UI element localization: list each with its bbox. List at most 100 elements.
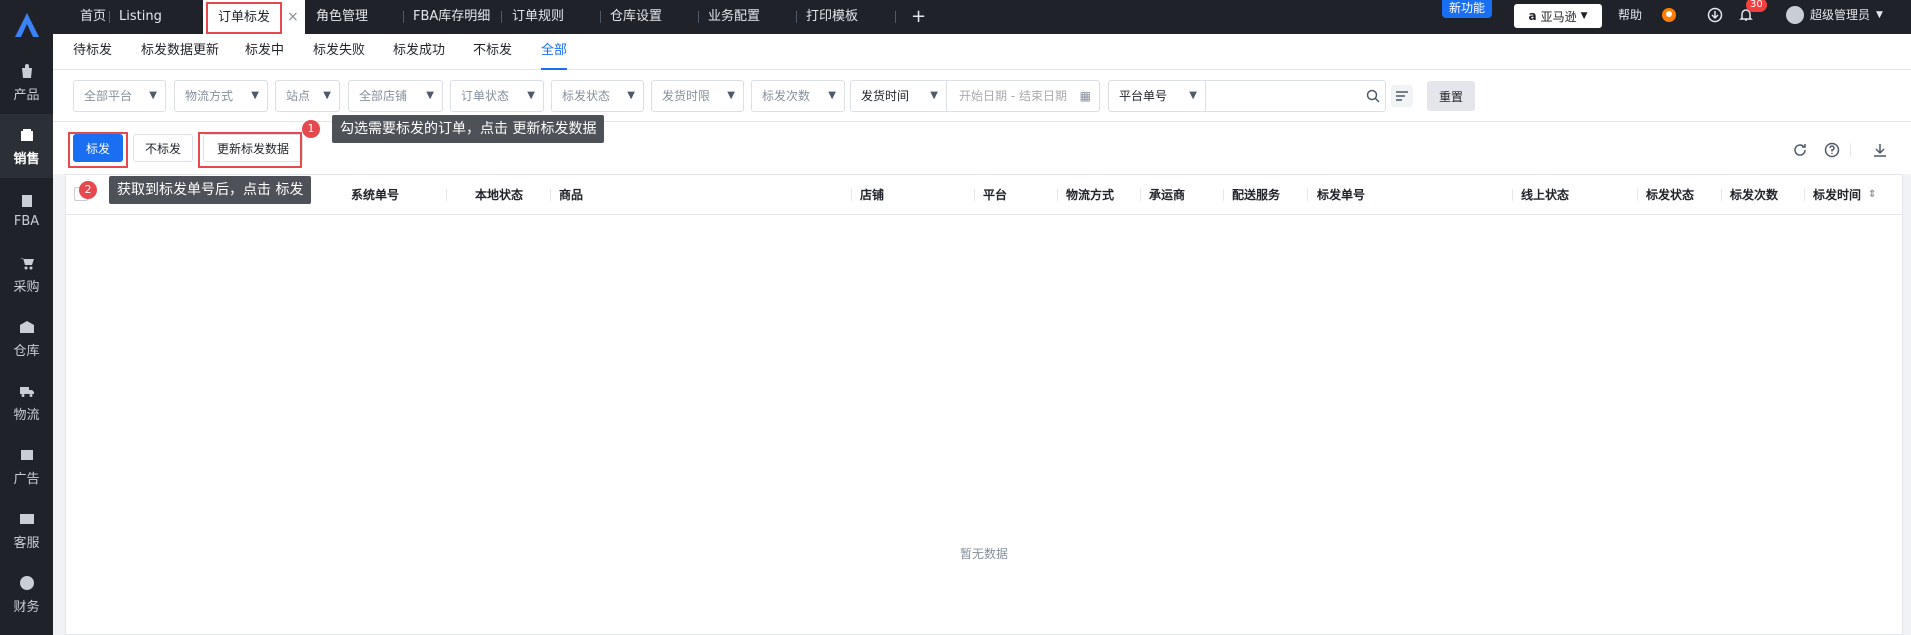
cart-icon	[18, 254, 36, 272]
chevron-down-icon: ▼	[828, 90, 836, 101]
tab-warehouse-settings[interactable]: 仓库设置	[610, 0, 662, 34]
tab-home[interactable]: 首页	[80, 0, 106, 34]
sidebar-item-label: 产品	[13, 87, 40, 103]
refresh-icon[interactable]	[1792, 142, 1808, 158]
tab-separator	[895, 11, 896, 23]
chevron-down-icon: ▼	[527, 90, 535, 101]
shop-select-label: 全部店铺	[359, 89, 408, 103]
subtab-no-mark[interactable]: 不标发	[473, 34, 512, 68]
help-circle-icon[interactable]	[1824, 142, 1840, 158]
tab-fba-inventory[interactable]: FBA库存明细	[413, 0, 490, 34]
sidebar-item-label: 销售	[13, 151, 40, 167]
column-header: 店铺	[860, 188, 885, 202]
status-tabs: 待标发 标发数据更新 标发中 标发失败 标发成功 不标发 全部	[53, 34, 1911, 70]
tab-separator	[109, 11, 110, 23]
sidebar-item-service[interactable]: 客服	[0, 498, 53, 562]
empty-state: 暂无数据	[959, 547, 1008, 561]
time-type-label: 发货时间	[861, 89, 910, 103]
column-separator	[1057, 189, 1058, 201]
shipping-method-select[interactable]: 物流方式 ▼	[174, 80, 268, 112]
tooltip-step2: 获取到标发单号后，点击 标发	[109, 176, 312, 204]
tab-print-templates[interactable]: 打印模板	[806, 0, 858, 34]
tab-order-rules[interactable]: 订单规则	[512, 0, 564, 34]
column-separator	[1307, 189, 1308, 201]
column-header: 系统单号	[351, 188, 400, 202]
add-tab-button[interactable]: +	[911, 0, 926, 34]
column-header: 物流方式	[1066, 188, 1115, 202]
subtab-in-progress[interactable]: 标发中	[245, 34, 284, 68]
tab-business-config[interactable]: 业务配置	[708, 0, 760, 34]
reset-button[interactable]: 重置	[1427, 81, 1475, 111]
sidebar-item-product[interactable]: 产品	[0, 50, 53, 114]
search-icon[interactable]	[1366, 89, 1380, 103]
truck-icon	[18, 382, 36, 400]
sidebar-item-label: 财务	[13, 599, 40, 615]
sidebar-item-finance[interactable]: 财务	[0, 562, 53, 626]
subtab-pending[interactable]: 待标发	[73, 34, 112, 68]
date-start: 开始日期	[959, 89, 1008, 103]
order-number-type-select[interactable]: 平台单号 ▼	[1108, 80, 1206, 112]
tab-roles[interactable]: 角色管理	[316, 0, 368, 34]
avatar	[1786, 6, 1804, 24]
column-separator	[1637, 189, 1638, 201]
sidebar-item-sales[interactable]: 销售	[0, 114, 53, 178]
ship-deadline-select[interactable]: 发货时限 ▼	[651, 80, 744, 112]
subtab-success[interactable]: 标发成功	[393, 34, 445, 68]
tab-label: 订单标发	[206, 2, 283, 34]
shop-select[interactable]: 全部店铺 ▼	[348, 80, 443, 112]
column-header: 承运商	[1149, 188, 1186, 202]
support-icon[interactable]	[1660, 6, 1678, 24]
notification-badge: 30	[1746, 0, 1767, 12]
subtab-data-update[interactable]: 标发数据更新	[141, 34, 219, 68]
advanced-filter-icon[interactable]	[1391, 85, 1413, 107]
sidebar-item-fba[interactable]: FBA	[0, 178, 53, 242]
tab-separator	[403, 11, 404, 23]
mark-status-select[interactable]: 标发状态 ▼	[551, 80, 644, 112]
fba-icon	[18, 192, 36, 210]
mark-count-select[interactable]: 标发次数 ▼	[751, 80, 845, 112]
column-separator	[1721, 189, 1722, 201]
tab-order-marking[interactable]: 订单标发 ×	[203, 0, 305, 34]
chevron-down-icon: ▼	[1189, 90, 1197, 101]
tab-listing[interactable]: Listing	[119, 0, 162, 34]
order-status-select[interactable]: 订单状态 ▼	[450, 80, 544, 112]
orders-table: 系统单号 本地状态 商品 店铺 平台 物流方式 承运商 配送服务 标发单号 线上…	[65, 174, 1903, 635]
download-circle-icon[interactable]	[1706, 6, 1724, 24]
subtab-failed[interactable]: 标发失败	[313, 34, 365, 68]
date-range-picker[interactable]: 开始日期 - 结束日期 ▦	[947, 80, 1100, 112]
highlight-box	[198, 132, 302, 168]
order-number-type-label: 平台单号	[1119, 89, 1168, 103]
order-status-label: 订单状态	[461, 89, 510, 103]
help-link[interactable]: 帮助	[1618, 0, 1642, 30]
chevron-down-icon: ▼	[627, 90, 635, 101]
sidebar-item-logistics[interactable]: 物流	[0, 370, 53, 434]
no-mark-button[interactable]: 不标发	[133, 134, 193, 162]
sidebar-item-warehouse[interactable]: 仓库	[0, 306, 53, 370]
platform-select[interactable]: 全部平台 ▼	[73, 80, 166, 112]
chevron-down-icon: ▼	[323, 90, 331, 101]
column-header: 商品	[559, 188, 584, 202]
shop-selector[interactable]: a 亚马逊 ▼	[1514, 4, 1602, 28]
sidebar-item-ads[interactable]: 广告	[0, 434, 53, 498]
calendar-icon: ▦	[1079, 89, 1091, 103]
column-header: 标发单号	[1317, 188, 1366, 202]
sidebar-item-purchase[interactable]: 采购	[0, 242, 53, 306]
download-icon[interactable]	[1872, 142, 1888, 158]
mail-icon	[18, 510, 36, 528]
sort-icon[interactable]: ⇕	[1868, 175, 1876, 215]
divider	[1850, 143, 1851, 157]
column-header: 配送服务	[1232, 188, 1281, 202]
search-input[interactable]	[1206, 81, 1356, 111]
column-header: 标发次数	[1730, 188, 1779, 202]
new-feature-badge[interactable]: 新功能	[1442, 0, 1492, 18]
time-type-select[interactable]: 发货时间 ▼	[850, 80, 947, 112]
site-select[interactable]: 站点 ▼	[275, 80, 340, 112]
user-menu[interactable]: 超级管理员 ▼	[1786, 0, 1883, 30]
chevron-down-icon: ▼	[727, 90, 735, 101]
column-separator	[446, 189, 447, 201]
close-icon[interactable]: ×	[287, 0, 299, 34]
app-logo[interactable]	[0, 0, 53, 50]
subtab-all[interactable]: 全部	[541, 34, 568, 70]
tab-separator	[501, 11, 502, 23]
step-badge: 1	[302, 120, 320, 138]
